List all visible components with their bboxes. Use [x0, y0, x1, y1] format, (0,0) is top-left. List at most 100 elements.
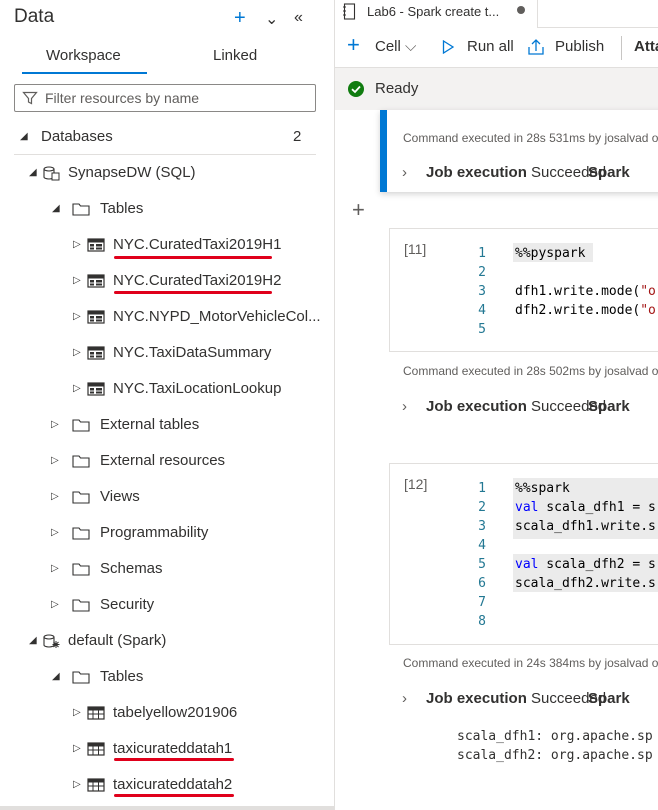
chevron-down-icon: ⌵ [405, 38, 417, 55]
highlight-underline [114, 758, 234, 761]
notebook-cell[interactable]: [12] 1 2 3 4 5 6 7 8 %%spark val scala_d… [389, 463, 658, 645]
cell-output-line: scala_dfh2: org.apache.sp [457, 748, 653, 763]
code-string: "o [640, 284, 656, 299]
notebook-cell-active[interactable]: Command executed in 28s 531ms by josalva… [380, 110, 658, 192]
tree-item-folder[interactable]: ▷ Schemas [0, 551, 334, 587]
cell-menu-button[interactable]: Cell ⌵ [375, 38, 416, 55]
chevron-right-icon[interactable]: ▷ [51, 419, 59, 430]
tables-label: Tables [100, 200, 144, 217]
folder-label: Security [100, 596, 155, 613]
tree-item-synapsedw[interactable]: ◢ SynapseDW (SQL) [0, 155, 334, 191]
horizontal-scrollbar[interactable] [0, 806, 335, 810]
add-cell-icon[interactable]: + [347, 34, 360, 56]
code-line: dfh1.write.mode("o [515, 284, 656, 299]
job-execution-row[interactable]: › Job execution Succeeded Spark [402, 398, 630, 415]
expand-all-icon[interactable]: ⌄ [265, 8, 278, 32]
execution-info: Command executed in 28s 531ms by josalva… [403, 131, 658, 145]
job-engine: Spark [588, 690, 630, 707]
tree-item-tables[interactable]: ◢ Tables [0, 191, 334, 227]
chevron-down-icon[interactable]: ◢ [52, 671, 60, 682]
code-line: %%pyspark [515, 246, 586, 261]
tree-item-folder[interactable]: ▷ External tables [0, 407, 334, 443]
cell-output-line: scala_dfh1: org.apache.sp [457, 729, 653, 744]
notebook-toolbar: + Cell ⌵ Run all Publish Atta [335, 28, 658, 68]
job-execution-row[interactable]: › Job execution Succeeded Spark [402, 164, 630, 181]
tree-item-folder[interactable]: ▷ Programmability [0, 515, 334, 551]
folder-icon [72, 419, 90, 432]
notebook-cell[interactable]: [11] 1 2 3 4 5 %%pyspark dfh1.write.mode… [389, 228, 658, 352]
execution-info: Command executed in 28s 502ms by josalva… [403, 364, 658, 378]
chevron-right-icon[interactable]: ▷ [73, 743, 81, 754]
chevron-right-icon[interactable]: ▷ [73, 275, 81, 286]
code-text: dfh1.write.mode( [515, 284, 641, 299]
folder-label: Schemas [100, 560, 163, 577]
chevron-right-icon[interactable]: ▷ [73, 707, 81, 718]
run-all-button[interactable]: Run all [467, 38, 514, 55]
tree-item-table[interactable]: ▷ NYC.TaxiDataSummary [0, 335, 334, 371]
unsaved-dot-icon[interactable] [517, 6, 525, 14]
toolbar-divider [621, 36, 622, 60]
panel-title: Data [14, 6, 55, 27]
line-number: 2 [478, 265, 486, 280]
chevron-right-icon[interactable]: ▷ [73, 779, 81, 790]
code-keyword: val [515, 500, 539, 515]
notebook-tab[interactable]: Lab6 - Spark create t... [335, 0, 538, 28]
chevron-right-icon[interactable]: ▷ [73, 239, 81, 250]
attach-to-button[interactable]: Atta [634, 38, 658, 55]
job-engine: Spark [588, 164, 630, 181]
chevron-right-icon[interactable]: ▷ [73, 383, 81, 394]
tree-item-table[interactable]: ▷ NYC.NYPD_MotorVehicleCol... [0, 299, 334, 335]
run-icon[interactable] [442, 40, 454, 54]
execution-count: [11] [404, 241, 427, 257]
table-label: taxicurateddatah2 [113, 776, 233, 793]
line-number: 8 [478, 614, 486, 629]
chevron-right-icon[interactable]: › [402, 164, 426, 181]
chevron-right-icon[interactable]: ▷ [51, 491, 59, 502]
tree-item-table[interactable]: ▷ taxicurateddatah2 [0, 767, 334, 803]
tab-workspace[interactable]: Workspace [46, 47, 121, 64]
tree-item-folder[interactable]: ▷ Security [0, 587, 334, 623]
tree-item-table[interactable]: ▷ taxicurateddatah1 [0, 731, 334, 767]
highlight-underline [114, 794, 234, 797]
chevron-right-icon[interactable]: ▷ [51, 527, 59, 538]
chevron-right-icon[interactable]: ▷ [73, 347, 81, 358]
folder-label: Views [100, 488, 140, 505]
chevron-down-icon[interactable]: ◢ [52, 203, 60, 214]
filter-resources-input[interactable]: Filter resources by name [14, 84, 316, 112]
chevron-right-icon[interactable]: ▷ [51, 563, 59, 574]
table-label: taxicurateddatah1 [113, 740, 233, 757]
collapse-panel-icon[interactable]: « [294, 6, 303, 30]
tree-item-spark-db[interactable]: ◢ default (Spark) [0, 623, 334, 659]
line-number: 1 [478, 481, 486, 496]
active-cell-indicator [380, 110, 387, 192]
tree-item-table[interactable]: ▷ NYC.TaxiLocationLookup [0, 371, 334, 407]
table-label: NYC.CuratedTaxi2019H1 [113, 236, 282, 253]
folder-icon [72, 455, 90, 468]
tree-item-folder[interactable]: ▷ Views [0, 479, 334, 515]
tree-item-table[interactable]: ▷ tabelyellow201906 [0, 695, 334, 731]
chevron-right-icon[interactable]: › [402, 398, 426, 415]
chevron-down-icon[interactable]: ◢ [29, 167, 37, 178]
databases-section[interactable]: ◢ Databases 2 [0, 119, 334, 155]
publish-icon[interactable] [527, 38, 545, 56]
folder-icon [72, 671, 90, 684]
job-execution-row[interactable]: › Job execution Succeeded Spark [402, 690, 630, 707]
chevron-right-icon[interactable]: ▷ [51, 455, 59, 466]
tree-item-tables[interactable]: ◢ Tables [0, 659, 334, 695]
code-line: scala_dfh1.write.s [515, 519, 656, 534]
chevron-right-icon[interactable]: › [402, 690, 426, 707]
table-icon [87, 310, 105, 324]
publish-button[interactable]: Publish [555, 38, 604, 55]
line-number: 3 [478, 284, 486, 299]
filter-placeholder: Filter resources by name [45, 90, 200, 106]
chevron-down-icon[interactable]: ◢ [20, 131, 28, 142]
add-icon[interactable]: + [234, 6, 246, 30]
chevron-right-icon[interactable]: ▷ [73, 311, 81, 322]
tab-linked[interactable]: Linked [213, 47, 257, 64]
add-cell-icon[interactable]: + [352, 199, 365, 221]
chevron-right-icon[interactable]: ▷ [51, 599, 59, 610]
table-icon [87, 382, 105, 396]
chevron-down-icon[interactable]: ◢ [29, 635, 37, 646]
tree-item-folder[interactable]: ▷ External resources [0, 443, 334, 479]
folder-icon [72, 203, 90, 216]
